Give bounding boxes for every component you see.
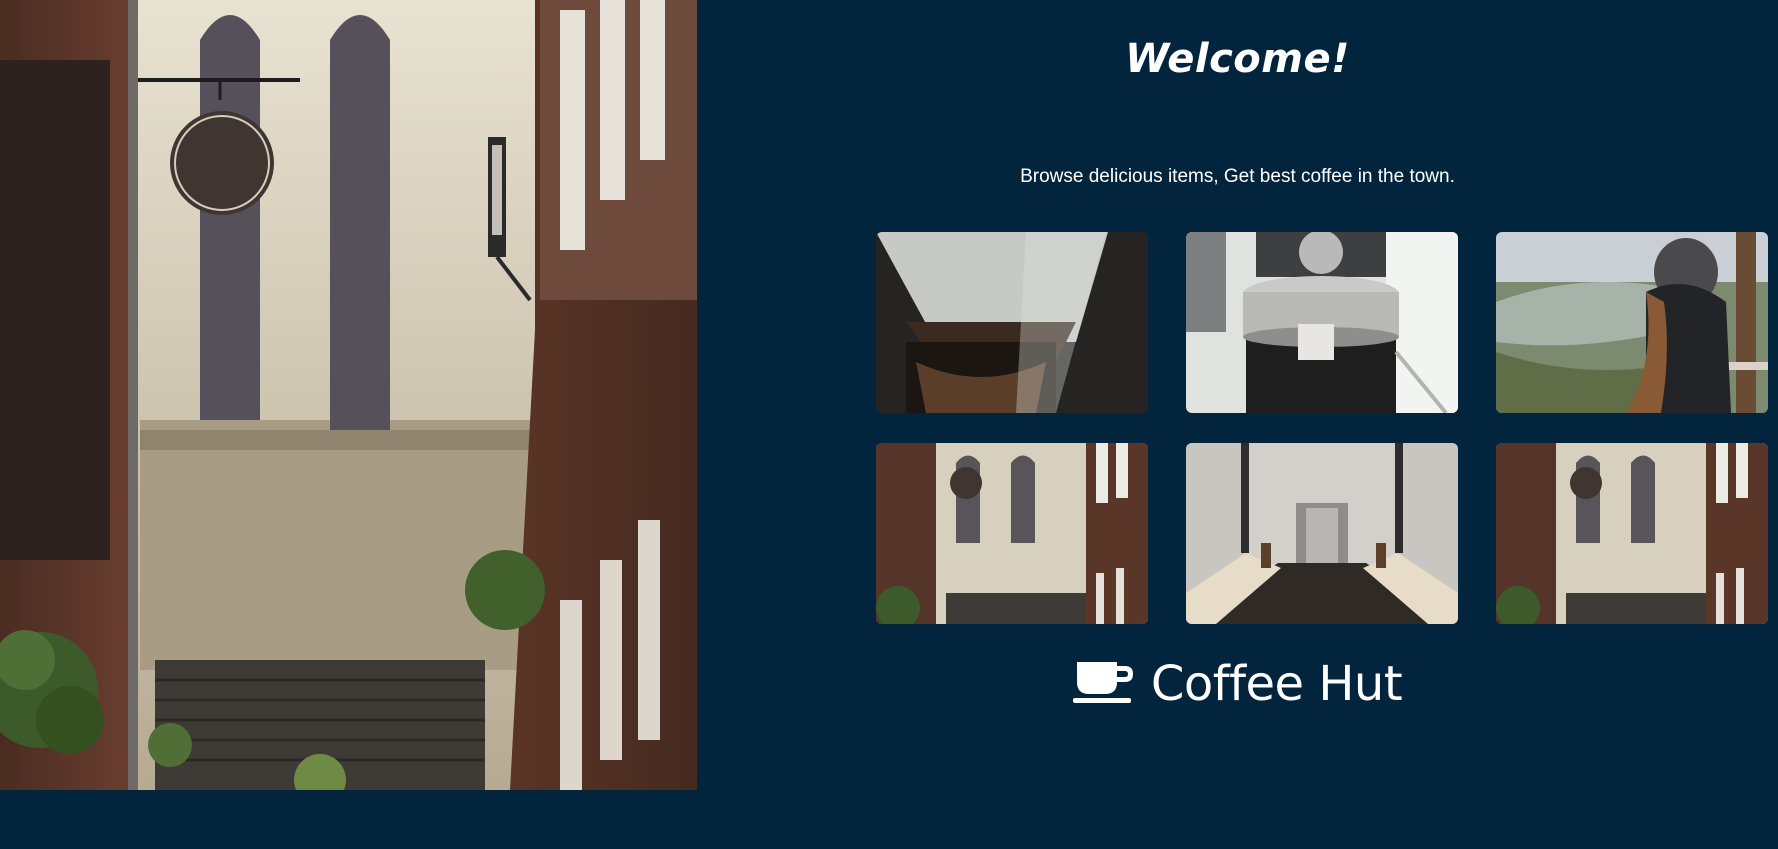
brand: Coffee Hut bbox=[697, 656, 1778, 712]
hero-image bbox=[0, 0, 697, 790]
main-content: Welcome! Browse delicious items, Get bes… bbox=[697, 0, 1778, 790]
brand-name: Coffee Hut bbox=[1150, 656, 1403, 712]
tagline: Browse delicious items, Get best coffee … bbox=[1020, 166, 1455, 187]
gallery-item-roaster[interactable] bbox=[1186, 232, 1458, 413]
page-title: Welcome! bbox=[1125, 36, 1350, 82]
coffee-cup-icon bbox=[1072, 658, 1137, 710]
gallery-item-cafe-interior[interactable] bbox=[1186, 443, 1458, 624]
gallery-item-pour-over[interactable] bbox=[876, 232, 1148, 413]
gallery-item-valley-view[interactable] bbox=[1496, 232, 1768, 413]
gallery-item-street-sign[interactable] bbox=[876, 443, 1148, 624]
footer-bar bbox=[0, 790, 1778, 849]
gallery-item-street-sign-2[interactable] bbox=[1496, 443, 1768, 624]
